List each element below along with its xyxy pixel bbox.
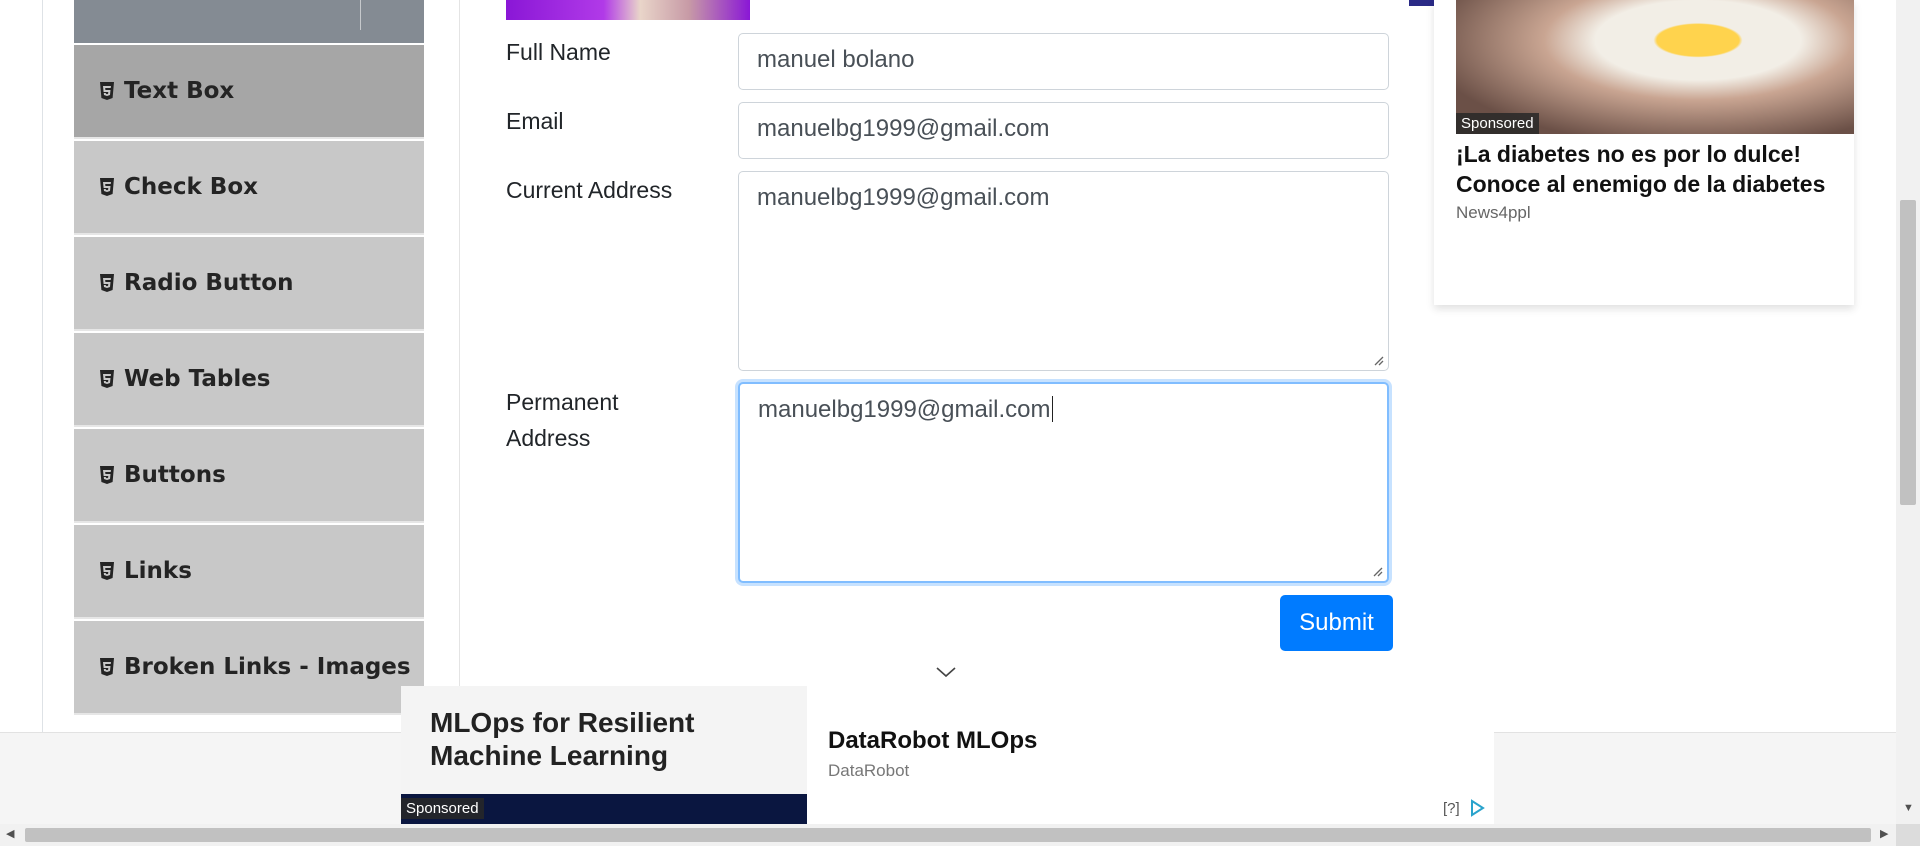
permanent-address-label-line1: Permanent bbox=[506, 389, 619, 415]
ad-image[interactable]: MLOps for Resilient Machine Learning Spo… bbox=[401, 686, 807, 824]
ad-image-headline: MLOps for Resilient Machine Learning bbox=[430, 707, 695, 771]
header-chip bbox=[1409, 0, 1434, 6]
sidebar-item-links[interactable]: Links bbox=[74, 525, 424, 619]
html5-icon bbox=[100, 274, 114, 292]
current-address-value: manuelbg1999@gmail.com bbox=[757, 184, 1050, 211]
sidebar-item-label: Text Box bbox=[124, 78, 235, 104]
email-input[interactable]: manuelbg1999@gmail.com bbox=[738, 102, 1389, 159]
scroll-down-arrow-icon[interactable]: ▼ bbox=[1903, 803, 1914, 814]
resize-grip-icon[interactable] bbox=[1371, 565, 1383, 577]
text-caret bbox=[1051, 396, 1054, 422]
html5-icon bbox=[100, 178, 114, 196]
right-sponsored-ad[interactable]: Sponsored ¡La diabetes no es por lo dulc… bbox=[1434, 0, 1854, 305]
resize-grip-icon[interactable] bbox=[1372, 354, 1384, 366]
scrollbar-corner bbox=[1896, 824, 1920, 846]
sidebar-item-web-tables[interactable]: Web Tables bbox=[74, 333, 424, 427]
html5-icon bbox=[100, 82, 114, 100]
html5-icon bbox=[100, 562, 114, 580]
permanent-address-label-line2: Address bbox=[506, 425, 591, 451]
sidebar-item-label: Links bbox=[124, 558, 192, 584]
html5-icon bbox=[100, 370, 114, 388]
sidebar-item-buttons[interactable]: Buttons bbox=[74, 429, 424, 523]
sidebar-item-label: Web Tables bbox=[124, 366, 271, 392]
sidebar-item-text-box[interactable]: Text Box bbox=[74, 45, 424, 139]
permanent-address-value: manuelbg1999@gmail.com bbox=[758, 396, 1051, 423]
html5-icon bbox=[100, 658, 114, 676]
scroll-left-arrow-icon[interactable]: ◀ bbox=[6, 829, 14, 840]
sidebar-item-label: Radio Button bbox=[124, 270, 294, 296]
permanent-address-label: Permanent Address bbox=[506, 384, 619, 456]
sidebar-group-header[interactable] bbox=[74, 0, 424, 43]
full-name-label: Full Name bbox=[506, 39, 611, 65]
adchoices-icon[interactable] bbox=[1469, 799, 1485, 817]
sidebar-item-radio-button[interactable]: Radio Button bbox=[74, 237, 424, 331]
ad-title[interactable]: DataRobot MLOps bbox=[828, 727, 1037, 755]
email-label: Email bbox=[506, 108, 564, 134]
chevron-down-icon[interactable] bbox=[935, 666, 957, 679]
full-name-input[interactable]: manuel bolano bbox=[738, 33, 1389, 90]
sidebar-item-label: Check Box bbox=[124, 174, 258, 200]
horizontal-scrollbar[interactable]: ◀ ▶ bbox=[0, 824, 1896, 846]
content-divider bbox=[459, 0, 460, 732]
sponsored-badge: Sponsored bbox=[401, 798, 484, 819]
divider bbox=[360, 0, 361, 30]
sidebar-item-broken-links-images[interactable]: Broken Links - Images bbox=[74, 621, 424, 715]
sidebar-item-check-box[interactable]: Check Box bbox=[74, 141, 424, 235]
ad-info-link[interactable]: [?] bbox=[1443, 800, 1460, 817]
current-address-textarea[interactable]: manuelbg1999@gmail.com bbox=[738, 171, 1389, 371]
ad-source[interactable]: News4ppl bbox=[1456, 203, 1531, 223]
html5-icon bbox=[100, 466, 114, 484]
sidebar: Text Box Check Box Radio Button Web Tables B… bbox=[74, 0, 424, 732]
banner-image bbox=[506, 0, 750, 20]
full-name-value: manuel bolano bbox=[757, 46, 915, 73]
page-left-border bbox=[42, 0, 43, 732]
vertical-scrollbar[interactable]: ▼ bbox=[1896, 0, 1920, 824]
scrollbar-thumb[interactable] bbox=[1900, 200, 1916, 505]
current-address-label: Current Address bbox=[506, 177, 673, 203]
sponsored-badge: Sponsored bbox=[1456, 113, 1539, 134]
sidebar-item-label: Buttons bbox=[124, 462, 226, 488]
ad-source[interactable]: DataRobot bbox=[828, 761, 909, 781]
permanent-address-textarea[interactable]: manuelbg1999@gmail.com bbox=[738, 382, 1389, 583]
scrollbar-thumb[interactable] bbox=[25, 828, 1871, 842]
bottom-sponsored-ad[interactable]: MLOps for Resilient Machine Learning Spo… bbox=[401, 686, 1494, 824]
ad-title[interactable]: ¡La diabetes no es por lo dulce! Conoce … bbox=[1456, 139, 1854, 199]
scroll-right-arrow-icon[interactable]: ▶ bbox=[1880, 829, 1888, 840]
submit-button[interactable]: Submit bbox=[1280, 595, 1393, 651]
email-value: manuelbg1999@gmail.com bbox=[757, 115, 1050, 142]
sidebar-item-label: Broken Links - Images bbox=[124, 654, 411, 680]
